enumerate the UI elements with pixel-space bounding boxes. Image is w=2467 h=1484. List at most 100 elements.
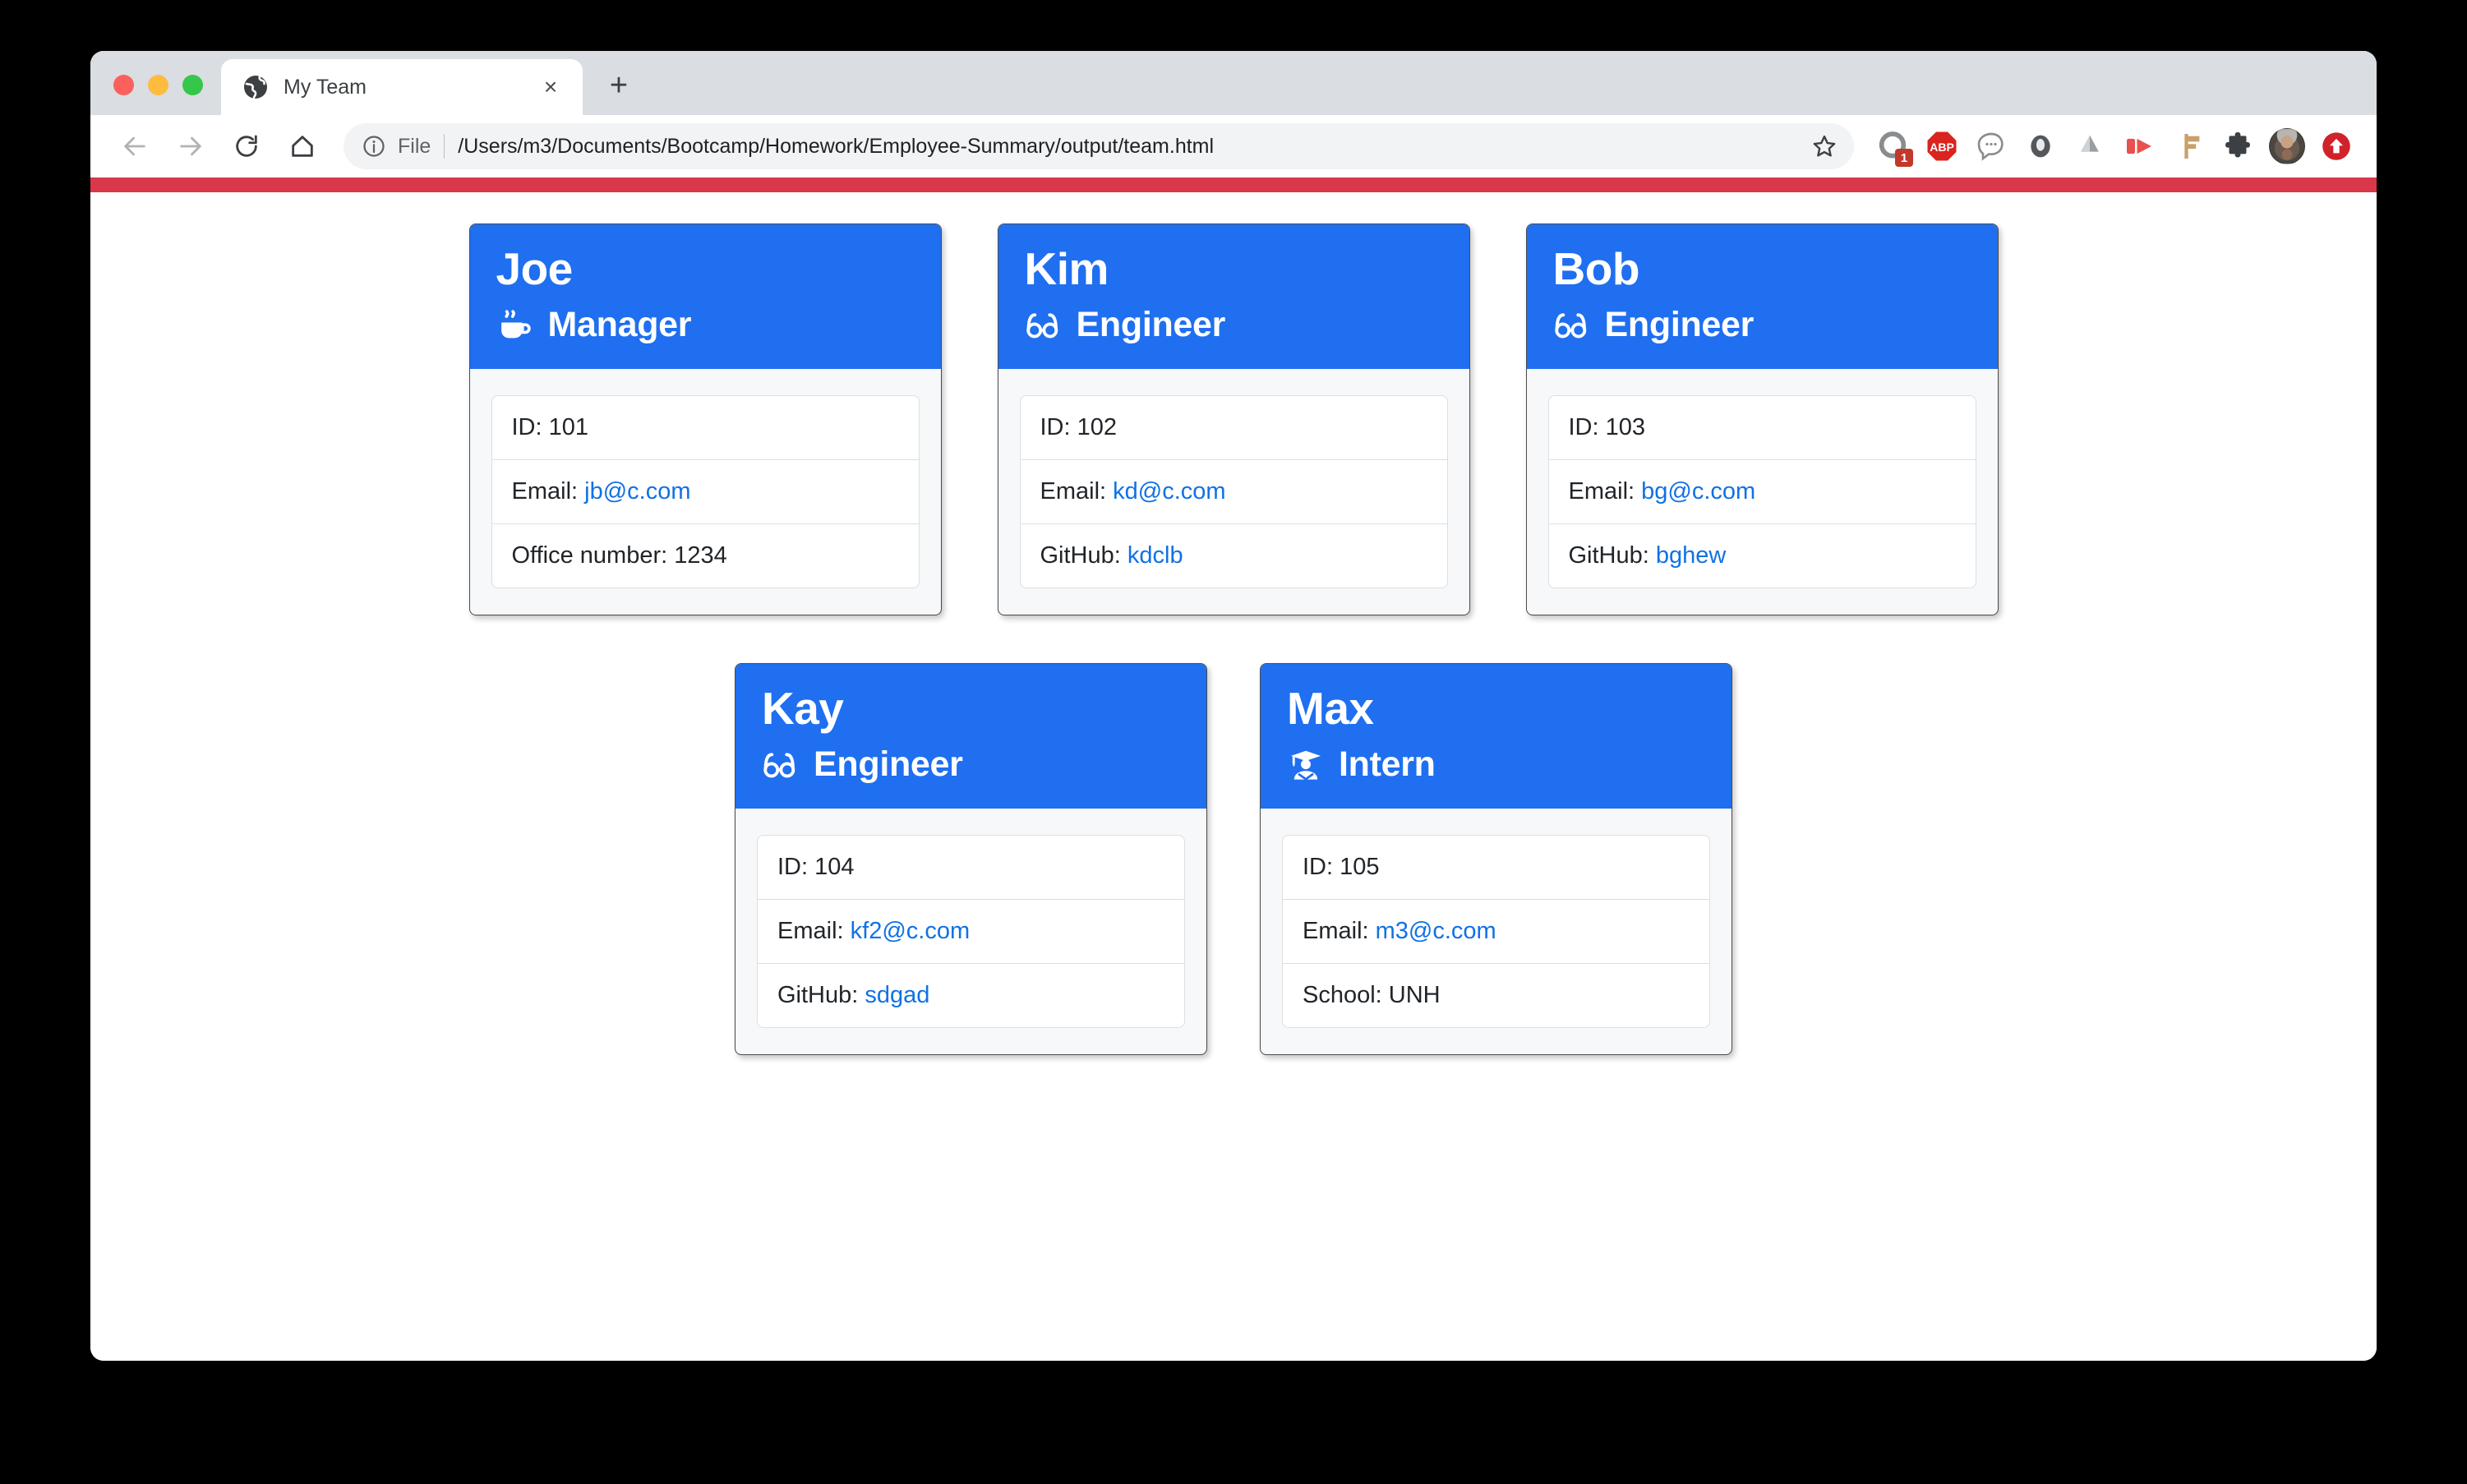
info-item-email: Email: m3@c.com xyxy=(1283,900,1709,964)
bookmark-star-icon[interactable] xyxy=(1803,125,1846,168)
browser-window: My Team × + File /Users/m3/Documents/Boo… xyxy=(90,51,2377,1361)
avatar xyxy=(2269,128,2305,164)
reload-icon xyxy=(236,135,257,157)
profile-avatar[interactable] xyxy=(2265,124,2309,168)
home-icon xyxy=(292,136,313,157)
info-list: ID: 104 Email: kf2@c.com GitHub: sdgad xyxy=(757,834,1185,1028)
employee-card-max: Max Intern ID: 105 Email: m3@c.com Schoo… xyxy=(1260,662,1732,1055)
info-item-email: Email: kf2@c.com xyxy=(758,900,1184,964)
email-link[interactable]: m3@c.com xyxy=(1376,918,1496,944)
github-link[interactable]: bghew xyxy=(1656,542,1726,569)
home-button[interactable] xyxy=(279,123,325,169)
signpost-icon xyxy=(2184,134,2200,159)
github-link[interactable]: sdgad xyxy=(865,982,929,1008)
employee-card-bob: Bob Engineer ID: 103 Email: bg@c.com Git… xyxy=(1525,224,1999,615)
info-label: Email: xyxy=(1568,477,1642,505)
omnibox-divider xyxy=(444,134,445,159)
info-item-school: School: UNH xyxy=(1283,964,1709,1027)
eyeglasses-icon xyxy=(763,752,795,777)
info-item-extra: Office number: 1234 xyxy=(492,524,919,588)
eyeglasses-icon xyxy=(1026,313,1058,339)
video-downloader-icon[interactable] xyxy=(2117,124,2161,168)
tab-my-team[interactable]: My Team × xyxy=(221,59,583,115)
play-arrow-icon xyxy=(2127,138,2151,154)
info-list: ID: 102 Email: kd@c.com GitHub: kdclb xyxy=(1019,394,1448,588)
octagon-icon: ABP xyxy=(1927,131,1957,161)
info-label: Email: xyxy=(511,477,585,505)
extensions-puzzle-icon[interactable] xyxy=(2216,124,2260,168)
info-label: GitHub: xyxy=(1040,542,1127,569)
employee-role: Engineer xyxy=(762,744,1180,784)
maximize-window-button[interactable] xyxy=(182,75,203,95)
employee-role-label: Engineer xyxy=(1604,305,1755,345)
puzzle-icon xyxy=(2225,131,2250,158)
reload-button[interactable] xyxy=(224,123,270,169)
employee-card-joe: Joe Manager ID: 101 Email: jb@c.com Offi… xyxy=(468,224,942,615)
url-text[interactable]: /Users/m3/Documents/Bootcamp/Homework/Em… xyxy=(458,135,1796,159)
info-label: ID: xyxy=(511,413,549,440)
employee-role-label: Engineer xyxy=(1076,305,1226,345)
close-icon[interactable]: × xyxy=(537,73,565,101)
triangle-icon xyxy=(2081,135,2099,152)
upload-arrow-icon[interactable] xyxy=(2314,124,2359,168)
info-value: 105 xyxy=(1340,853,1380,880)
info-item-email: Email: bg@c.com xyxy=(1548,460,1976,524)
window-controls xyxy=(90,75,221,115)
dark-oval-extension-icon[interactable] xyxy=(2018,124,2063,168)
email-link[interactable]: jb@c.com xyxy=(584,478,690,505)
info-item-id: ID: 103 xyxy=(1548,396,1976,460)
info-item-email: Email: kd@c.com xyxy=(1020,460,1447,524)
grammar-checker-icon[interactable]: 1 xyxy=(1870,124,1915,168)
info-circle-icon[interactable] xyxy=(362,134,386,159)
minimize-window-button[interactable] xyxy=(148,75,168,95)
info-value: 1234 xyxy=(674,542,727,569)
employee-role-label: Manager xyxy=(547,305,692,345)
employee-card-kay: Kay Engineer ID: 104 Email: kf2@c.com Gi… xyxy=(735,662,1207,1055)
extension-badge-count: 1 xyxy=(1895,149,1913,167)
info-label: ID: xyxy=(777,853,815,880)
email-link[interactable]: kf2@c.com xyxy=(851,918,970,944)
globe-icon xyxy=(244,76,267,99)
email-link[interactable]: bg@c.com xyxy=(1641,478,1755,505)
employee-role: Engineer xyxy=(1553,306,1971,344)
employee-role: Manager xyxy=(496,306,915,344)
adblock-plus-icon[interactable]: ABP xyxy=(1920,124,1964,168)
star-icon xyxy=(1813,135,1836,157)
employee-name: Kay xyxy=(762,682,844,734)
info-label: ID: xyxy=(1040,413,1077,440)
employee-role: Engineer xyxy=(1025,306,1443,344)
circle-up-arrow-icon xyxy=(2322,132,2350,160)
info-item-email: Email: jb@c.com xyxy=(491,460,919,524)
info-label: Email: xyxy=(777,917,851,944)
info-label: ID: xyxy=(1568,413,1606,440)
info-label: School: xyxy=(1303,981,1389,1008)
eyeglasses-icon xyxy=(1554,313,1586,339)
signpost-extension-icon[interactable] xyxy=(2166,124,2211,168)
employee-card-kim: Kim Engineer ID: 102 Email: kd@c.com Git… xyxy=(997,224,1470,615)
voice-assistant-icon[interactable] xyxy=(1969,124,2013,168)
info-label: GitHub: xyxy=(1568,542,1656,569)
info-item-id: ID: 101 xyxy=(491,396,919,460)
new-tab-button[interactable]: + xyxy=(596,62,642,108)
card-body: ID: 104 Email: kf2@c.com GitHub: sdgad xyxy=(735,809,1206,1054)
browser-toolbar: File /Users/m3/Documents/Bootcamp/Homewo… xyxy=(90,115,2377,177)
google-drive-icon[interactable] xyxy=(2068,124,2112,168)
team-page: Joe Manager ID: 101 Email: jb@c.com Offi… xyxy=(90,192,2377,1361)
url-scheme-label: File xyxy=(398,134,431,158)
forward-button[interactable] xyxy=(168,123,214,169)
address-bar[interactable]: File /Users/m3/Documents/Bootcamp/Homewo… xyxy=(344,123,1854,169)
team-row-1: Joe Manager ID: 101 Email: jb@c.com Offi… xyxy=(90,192,2377,615)
tab-title: My Team xyxy=(284,75,367,99)
card-body: ID: 103 Email: bg@c.com GitHub: bghew xyxy=(1527,369,1998,615)
card-header: Kim Engineer xyxy=(998,224,1469,369)
close-window-button[interactable] xyxy=(113,75,134,95)
email-link[interactable]: kd@c.com xyxy=(1113,478,1225,505)
info-label: ID: xyxy=(1303,853,1340,880)
github-link[interactable]: kdclb xyxy=(1127,542,1183,569)
back-button[interactable] xyxy=(112,123,158,169)
info-value: 102 xyxy=(1077,413,1118,440)
info-item-id: ID: 105 xyxy=(1283,836,1709,900)
card-body: ID: 101 Email: jb@c.com Office number: 1… xyxy=(470,369,941,615)
employee-role-label: Engineer xyxy=(814,744,963,784)
card-header: Joe Manager xyxy=(469,224,941,369)
